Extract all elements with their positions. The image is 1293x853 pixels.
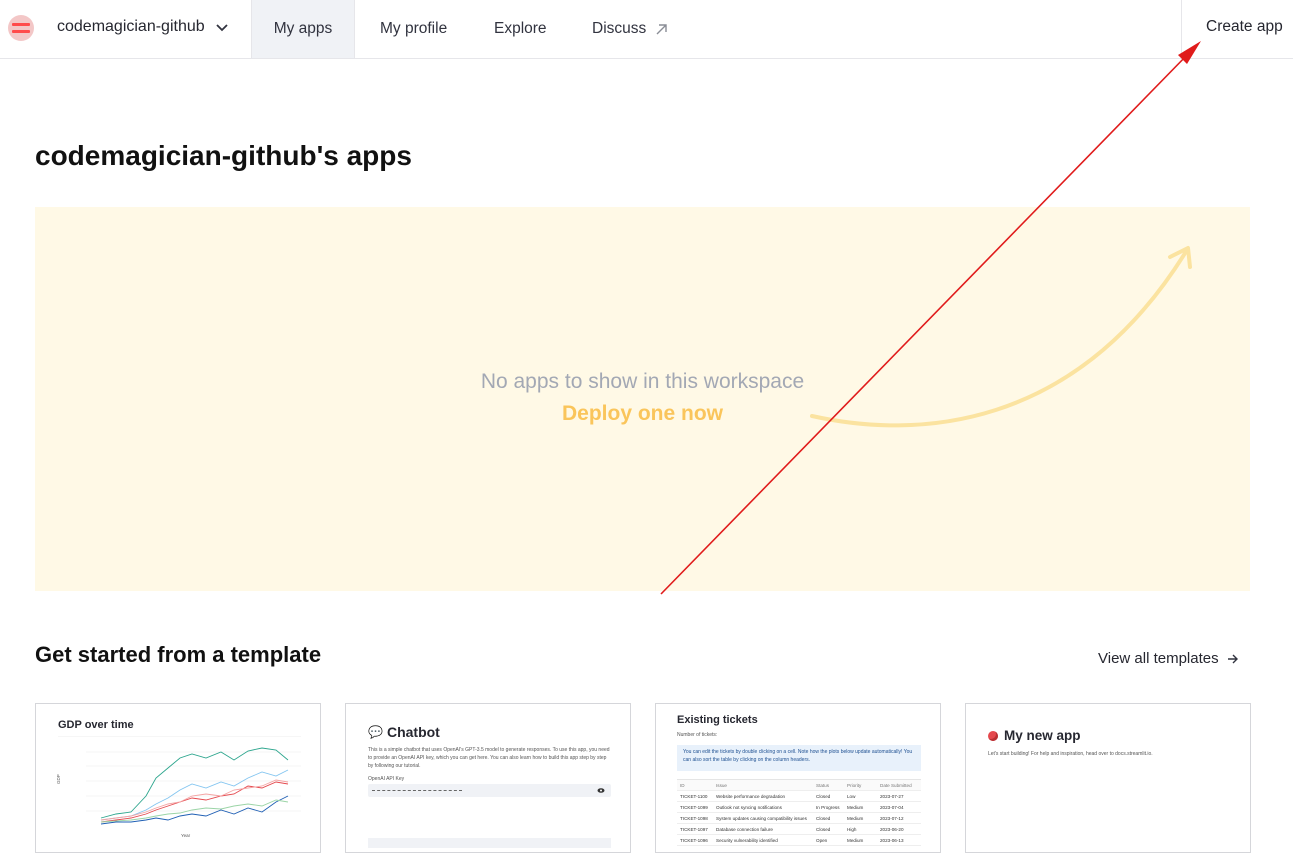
info-notice: You can edit the tickets by double click… (677, 745, 921, 771)
api-key-input-preview (368, 784, 611, 797)
chevron-down-icon (216, 24, 228, 32)
curved-arrow-illustration (810, 246, 1192, 428)
tab-my-profile[interactable]: My profile (380, 0, 447, 58)
eye-icon (597, 788, 605, 793)
card-title: Chatbot (386, 724, 440, 740)
page-title: codemagician-github's apps (35, 140, 412, 171)
empty-state-panel: No apps to show in this workspace Deploy… (35, 207, 1250, 591)
svg-text:GDP: GDP (56, 774, 61, 784)
external-link-icon (656, 23, 667, 34)
templates-heading: Get started from a template (35, 642, 322, 667)
card-title: GDP over time (58, 719, 134, 731)
ticket-count-label: Number of tickets: (677, 732, 718, 738)
tickets-table-preview: ID Issue Status Priority Date Submitted TICK… (677, 779, 921, 846)
pushpin-icon (988, 730, 998, 741)
streamlit-logo-icon[interactable] (8, 15, 34, 41)
template-card-new-app[interactable]: My new app Let's start building! For hel… (965, 703, 1251, 853)
table-row: TICKET-1099 Outlook not syncing notificat… (677, 802, 921, 813)
api-key-label: OpenAI API Key (368, 776, 405, 782)
table-header-row: ID Issue Status Priority Date Submitted (677, 780, 921, 791)
template-card-tickets[interactable]: Existing tickets Number of tickets: You … (655, 703, 941, 853)
svg-text:Year: Year (181, 833, 191, 838)
workspace-name: codemagician-github (57, 18, 205, 35)
table-row: TICKET-1097 Database connection failure Cl… (677, 824, 921, 835)
card-title: My new app (1004, 728, 1081, 743)
card-description: Let's start building! For help and inspi… (988, 751, 1153, 757)
gdp-line-chart-thumbnail: GDP Year (56, 736, 301, 838)
create-app-button[interactable]: Create app (1206, 18, 1283, 36)
tab-discuss[interactable]: Discuss (592, 0, 668, 58)
top-navbar: codemagician-github My apps My profile E… (0, 0, 1293, 59)
empty-message: No apps to show in this workspace (480, 370, 805, 393)
arrow-right-icon (1227, 654, 1238, 663)
tab-my-apps[interactable]: My apps (251, 0, 355, 58)
deploy-link[interactable]: Deploy one now (35, 402, 1250, 426)
card-title: Existing tickets (677, 714, 758, 726)
table-row: TICKET-1100 Website performance degradati… (677, 791, 921, 802)
chat-input-preview (368, 838, 611, 848)
tab-explore[interactable]: Explore (494, 0, 547, 58)
speech-bubble-icon: 💬 (368, 725, 383, 739)
navbar-divider (1181, 0, 1182, 58)
card-description: This is a simple chatbot that uses OpenA… (368, 747, 610, 769)
table-row: TICKET-1098 System updates causing compat… (677, 813, 921, 824)
workspace-switcher[interactable]: codemagician-github (57, 18, 229, 36)
template-card-chatbot[interactable]: 💬 Chatbot This is a simple chatbot that … (345, 703, 631, 853)
template-card-gdp[interactable]: GDP over time GDP Year (35, 703, 321, 853)
view-all-templates-link[interactable]: View all templates (1098, 650, 1239, 667)
